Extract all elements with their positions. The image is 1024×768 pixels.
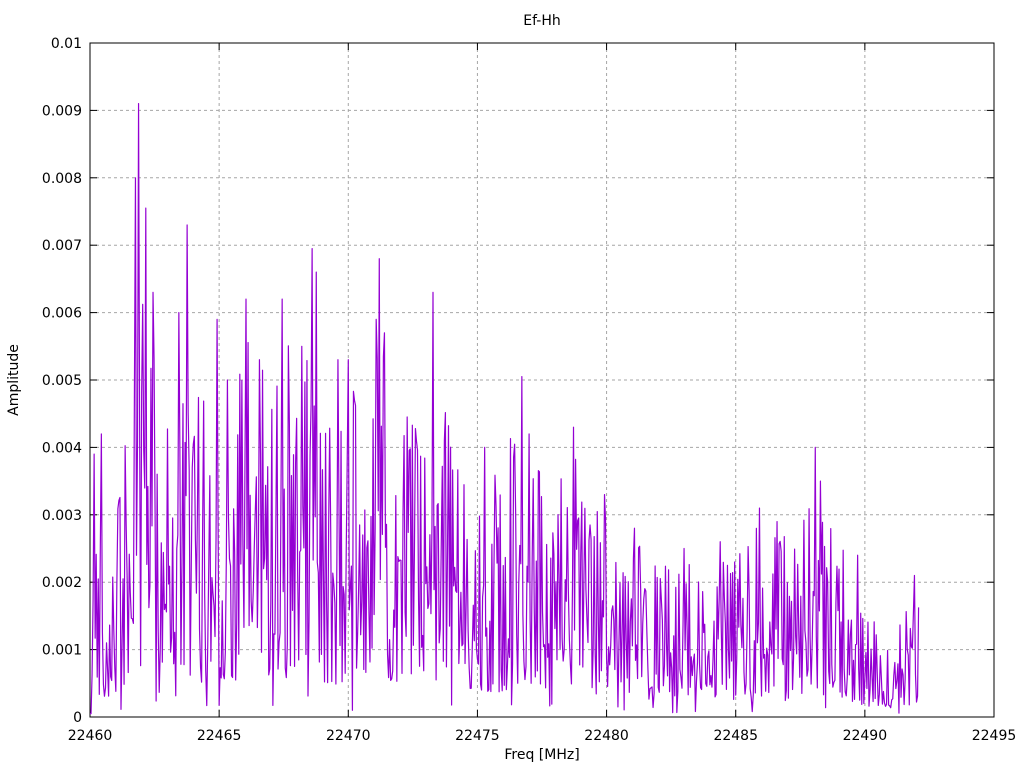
chart-title: Ef-Hh xyxy=(523,13,561,29)
y-tick-label: 0.003 xyxy=(42,508,82,524)
y-tick-label: 0.001 xyxy=(42,643,82,659)
y-tick-label: 0.008 xyxy=(42,171,82,187)
plot-canvas: 22460 22465 22470 22475 22480 22485 22490 22495… xyxy=(42,36,1017,744)
x-tick-label: 22470 xyxy=(326,728,371,744)
y-tick-label: 0.002 xyxy=(42,575,82,591)
x-tick-label: 22495 xyxy=(972,728,1017,744)
spectrum-chart-page: 22460 22465 22470 22475 22480 22485 22490 22495… xyxy=(0,0,1024,768)
y-tick-label: 0.005 xyxy=(42,373,82,389)
y-axis-label: Amplitude xyxy=(6,344,22,416)
x-tick-label: 22490 xyxy=(843,728,888,744)
x-tick-label: 22485 xyxy=(713,728,758,744)
x-tick-label: 22475 xyxy=(455,728,500,744)
x-axis-label: Freq [MHz] xyxy=(504,747,580,763)
y-tick-label: 0.01 xyxy=(51,36,82,52)
x-tick-label: 22465 xyxy=(197,728,242,744)
spectrum-trace xyxy=(90,103,920,715)
y-tick-label: 0.006 xyxy=(42,306,82,322)
x-tick-label: 22460 xyxy=(68,728,113,744)
y-tick-label: 0.009 xyxy=(42,103,82,119)
y-tick-label: 0 xyxy=(73,710,82,726)
y-tick-label: 0.004 xyxy=(42,440,82,456)
y-tick-label: 0.007 xyxy=(42,238,82,254)
x-tick-label: 22480 xyxy=(584,728,629,744)
